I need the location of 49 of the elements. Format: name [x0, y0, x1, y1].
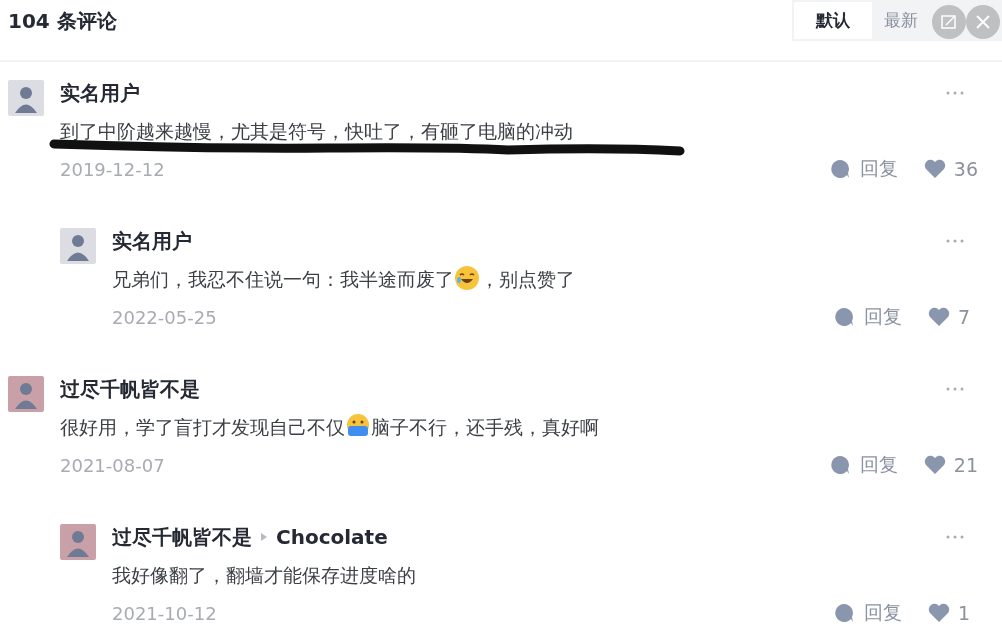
user-name[interactable]: 过尽千帆皆不是: [60, 375, 200, 403]
user-name[interactable]: 过尽千帆皆不是: [112, 523, 252, 551]
heart-icon: [923, 455, 946, 475]
laughing-emoji-icon: [454, 265, 480, 291]
edit-image-icon: [940, 13, 958, 31]
comment-date: 2021-10-12: [112, 602, 217, 624]
comment-date: 2022-05-25: [112, 306, 217, 328]
close-button[interactable]: [966, 5, 1000, 39]
reply-button[interactable]: 回复: [829, 156, 898, 182]
reply-button[interactable]: 回复: [834, 304, 902, 330]
sort-tab[interactable]: 最新: [872, 2, 930, 39]
masked-emoji-icon: [345, 413, 371, 439]
more-icon[interactable]: [946, 239, 964, 243]
more-icon[interactable]: [946, 387, 964, 391]
avatar-icon[interactable]: [8, 376, 44, 412]
sort-tab[interactable]: 默认: [794, 2, 872, 39]
like-button[interactable]: 1: [928, 602, 978, 624]
comment-count-title: 104 条评论: [8, 8, 117, 35]
heart-icon: [928, 603, 950, 623]
heart-icon: [928, 307, 950, 327]
comment-text: 我好像翻了，翻墙才能保存进度啥的: [112, 564, 416, 586]
comment-text: 兄弟们，我忍不住说一句：我半途而废了: [112, 268, 454, 290]
reply-to-user[interactable]: Chocolate: [276, 525, 388, 549]
comment-text: 到了中阶越来越慢，尤其是符号，快吐了，有砸了电脑的冲动: [60, 120, 573, 142]
like-button[interactable]: 21: [923, 454, 978, 476]
more-icon[interactable]: [946, 91, 964, 95]
comment-date: 2019-12-12: [60, 158, 165, 180]
comment-bubble-icon: [829, 455, 850, 475]
like-button[interactable]: 7: [928, 306, 978, 328]
comment-text: 脑子不行，还手残，真好啊: [371, 416, 599, 438]
image-edit-button[interactable]: [932, 5, 966, 39]
comment-text: ，别点赞了: [480, 268, 575, 290]
comment-date: 2021-08-07: [60, 454, 165, 476]
like-button[interactable]: 36: [923, 158, 978, 180]
comment-text: 很好用，学了盲打才发现自己不仅: [60, 416, 345, 438]
comment-bubble-icon: [829, 159, 850, 179]
reply-button[interactable]: 回复: [829, 452, 898, 478]
close-icon: [975, 14, 991, 30]
comment-bubble-icon: [834, 307, 854, 327]
heart-icon: [923, 159, 946, 179]
reply-button[interactable]: 回复: [834, 600, 902, 626]
avatar-icon[interactable]: [60, 524, 96, 560]
more-icon[interactable]: [946, 535, 964, 539]
comment-bubble-icon: [834, 603, 854, 623]
reply-arrow-icon: [260, 532, 268, 542]
user-name[interactable]: 实名用户: [60, 79, 140, 107]
user-name[interactable]: 实名用户: [112, 227, 192, 255]
avatar-icon[interactable]: [60, 228, 96, 264]
avatar-icon[interactable]: [8, 80, 44, 116]
